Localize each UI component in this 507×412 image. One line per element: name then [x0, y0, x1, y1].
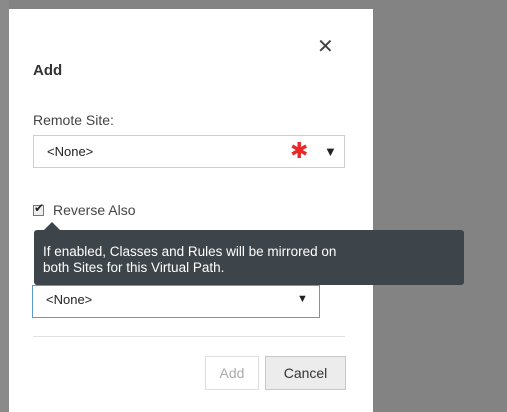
second-select-value: <None> — [46, 292, 93, 307]
close-icon[interactable]: ✕ — [317, 37, 334, 57]
chevron-down-icon: ▼ — [297, 293, 308, 305]
second-select[interactable]: <None> ▼ — [32, 285, 320, 318]
dialog-title: Add — [33, 62, 63, 79]
remote-site-label: Remote Site: — [33, 112, 114, 128]
add-button[interactable]: Add — [205, 356, 259, 390]
remote-site-value: <None> — [47, 144, 94, 159]
background-strip — [0, 0, 9, 412]
chevron-down-icon: ▼ — [324, 144, 337, 159]
tooltip-line-1: If enabled, Classes and Rules will be mi… — [43, 244, 337, 259]
tooltip-line-2: both Sites for this Virtual Path. — [43, 260, 225, 275]
check-icon: ✔ — [34, 201, 45, 215]
add-dialog: Add ✕ Remote Site: <None> ✱ ▼ ✔ Reverse … — [9, 9, 373, 412]
required-icon: ✱ — [290, 138, 309, 163]
reverse-also-label: Reverse Also — [53, 202, 136, 218]
tooltip-arrow — [44, 222, 60, 230]
remote-site-select[interactable]: <None> ✱ ▼ — [33, 135, 345, 168]
reverse-also-tooltip: If enabled, Classes and Rules will be mi… — [34, 222, 464, 285]
cancel-button[interactable]: Cancel — [265, 356, 346, 390]
tooltip-text: If enabled, Classes and Rules will be mi… — [43, 244, 455, 276]
reverse-also-checkbox[interactable]: ✔ — [33, 201, 45, 216]
divider — [33, 336, 345, 337]
